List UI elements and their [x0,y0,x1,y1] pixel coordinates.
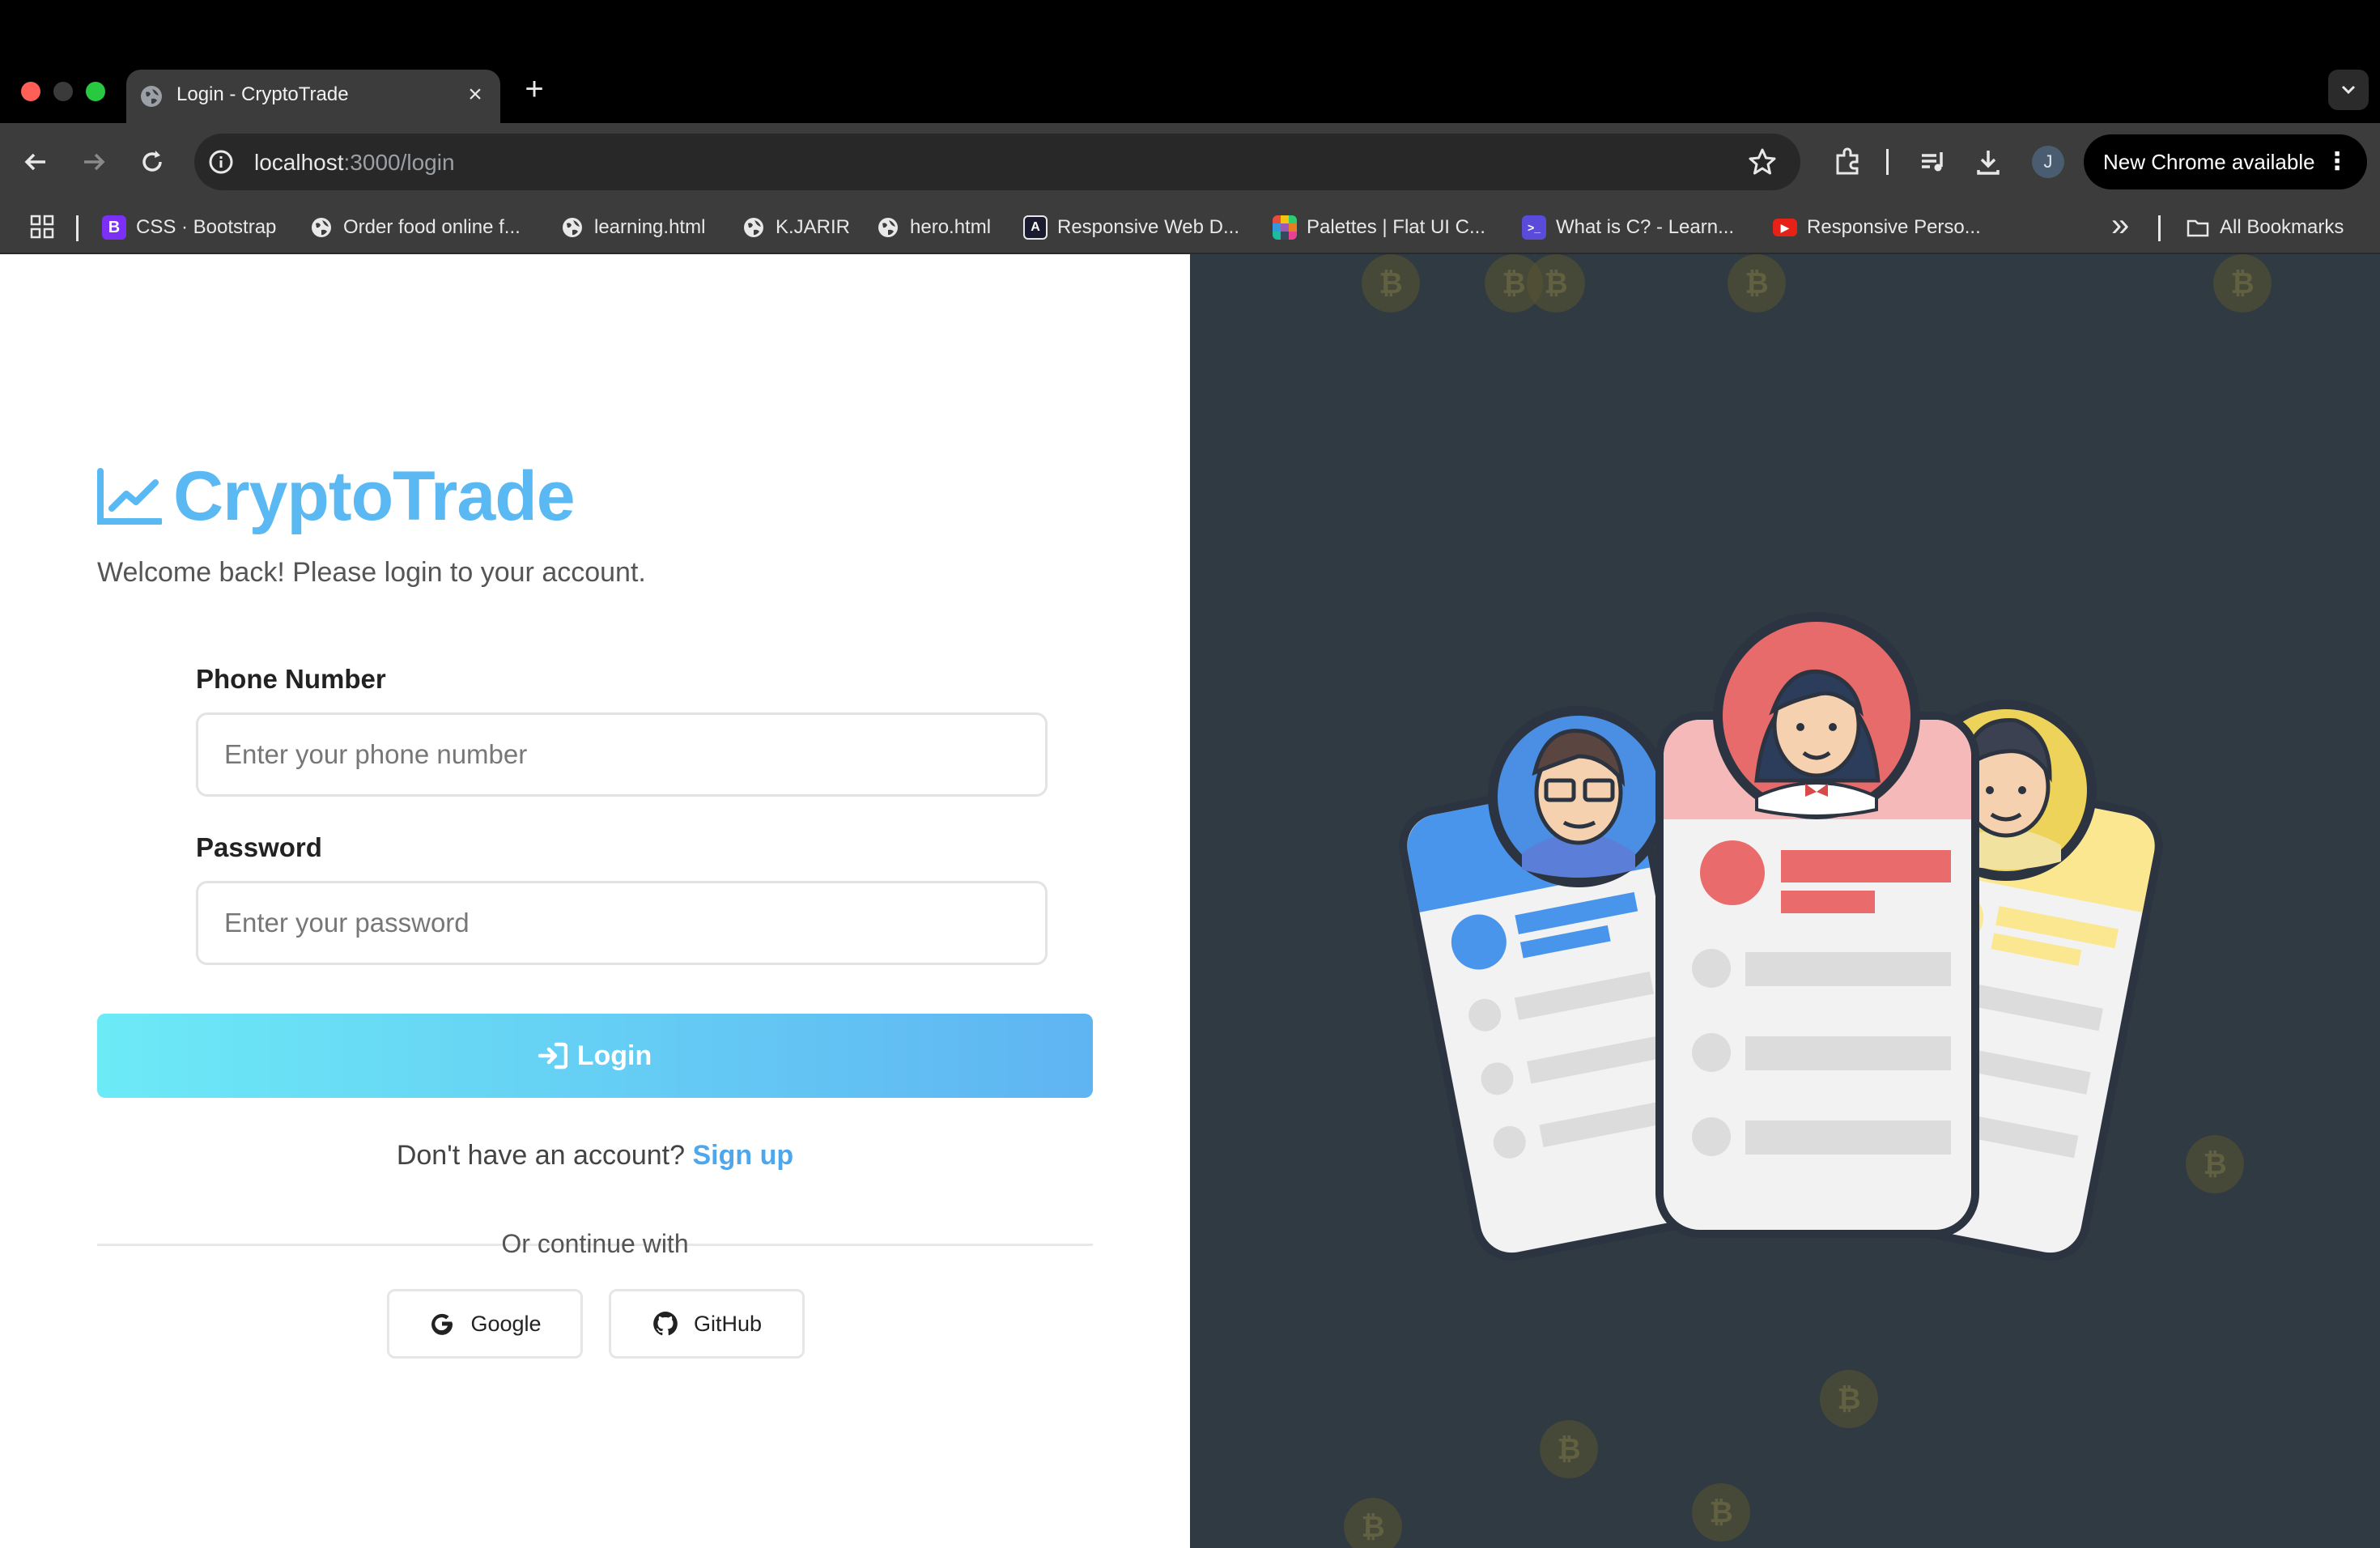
site-info-icon[interactable] [207,148,235,176]
signup-link[interactable]: Sign up [692,1140,793,1171]
bookmark-label: learning.html [594,216,706,238]
welcome-text: Welcome back! Please login to your accou… [97,557,646,588]
bookmark-label: Responsive Web D... [1057,216,1239,238]
close-tab-icon[interactable]: × [461,81,489,108]
a-icon: A [1023,215,1048,240]
menu-kebab-icon[interactable]: ⋮ [2325,134,2349,189]
download-icon[interactable] [1972,146,2004,178]
bookmarks-overflow-icon[interactable]: » [2111,207,2129,244]
url-path: :3000/login [343,150,455,175]
bitcoin-coin-icon: ₿ [1540,1420,1598,1478]
github-label: GitHub [693,1311,763,1336]
media-controls-icon[interactable] [1917,146,1949,178]
reload-icon[interactable] [136,146,168,178]
bookmark-label: What is C? - Learn... [1556,216,1735,238]
bookmark-item[interactable]: ▶ Responsive Perso... [1773,213,1981,242]
globe-icon [878,218,898,237]
brand-name: CryptoTrade [173,457,576,535]
login-panel: CryptoTrade Welcome back! Please login t… [0,254,1190,1548]
folder-icon [2187,219,2209,237]
url-text: localhost:3000/login [254,150,455,176]
bookmarks-bar: B CSS · Bootstrap Order food online f...… [0,201,2380,254]
bookmark-label: K.JARIR [776,216,851,238]
update-label: New Chrome available [2103,150,2315,174]
bitcoin-coin-icon: ₿ [1728,254,1786,313]
forward-arrow-icon[interactable] [78,146,110,178]
bookmark-item[interactable]: A Responsive Web D... [1023,213,1239,242]
bitcoin-coin-icon: ₿ [2213,254,2272,313]
close-window-button[interactable] [21,82,40,101]
illustration-panel: ₿ ₿ ₿ ₿ ₿ ₿ ₿ ₿ ₿ ₿ [1190,254,2380,1548]
brand-logo: CryptoTrade [96,457,576,537]
page-content: CryptoTrade Welcome back! Please login t… [0,254,2380,1548]
bookmark-item[interactable]: learning.html [560,213,705,242]
all-bookmarks-button[interactable]: All Bookmarks [2186,213,2344,242]
apps-grid-icon[interactable] [29,214,55,240]
phone-label: Phone Number [196,664,386,694]
bitcoin-coin-icon: ₿ [1344,1498,1402,1548]
terminal-icon: >_ [1522,215,1546,240]
bitcoin-coin-icon: ₿ [1692,1483,1750,1542]
login-button[interactable]: Login [97,1014,1093,1098]
bookmark-star-icon[interactable] [1747,147,1778,177]
password-label: Password [196,832,322,862]
bootstrap-icon: B [102,215,126,240]
youtube-icon: ▶ [1773,219,1797,236]
password-input[interactable] [196,881,1048,965]
sign-in-icon [538,1042,567,1070]
globe-icon [744,218,763,237]
bookmark-item[interactable]: hero.html [876,213,991,242]
back-arrow-icon[interactable] [19,146,52,178]
chevron-down-icon [2341,85,2356,95]
divider-text: Or continue with [501,1229,689,1258]
bitcoin-coin-icon: ₿ [1527,254,1585,313]
login-button-label: Login [576,1040,652,1071]
bookmark-label: Responsive Perso... [1807,216,1981,238]
bookmark-label: Palettes | Flat UI C... [1307,216,1485,238]
bookmark-item[interactable]: B CSS · Bootstrap [102,213,276,242]
tab-search-button[interactable] [2328,70,2369,110]
bookmark-item[interactable]: Order food online f... [309,213,521,242]
tab-title: Login - CryptoTrade [176,83,349,105]
bookmark-divider [2158,215,2161,241]
globe-icon [141,86,162,107]
globe-icon [312,218,331,237]
bitcoin-coin-icon: ₿ [1820,1370,1878,1428]
maximize-window-button[interactable] [86,82,105,101]
profile-avatar[interactable]: J [2032,146,2064,178]
minimize-window-button[interactable] [53,82,73,101]
google-icon [431,1313,453,1335]
address-bar[interactable]: localhost:3000/login [194,134,1800,190]
globe-icon [563,218,582,237]
all-bookmarks-label: All Bookmarks [2220,216,2344,238]
signup-prompt-text: Don't have an account? [396,1140,686,1171]
bitcoin-coin-icon: ₿ [1362,254,1420,313]
extensions-icon[interactable] [1831,146,1864,178]
new-tab-button[interactable]: + [518,73,550,105]
bookmark-item[interactable]: K.JARIR [742,213,850,242]
google-label: Google [470,1311,542,1336]
profile-cards-illustration [1399,612,2163,1261]
bookmark-divider [76,215,79,241]
toolbar-divider [1886,149,1889,175]
bookmark-item[interactable]: Palettes | Flat UI C... [1273,213,1485,242]
bookmark-item[interactable]: >_ What is C? - Learn... [1522,213,1734,242]
phone-input[interactable] [196,712,1048,797]
bookmark-label: hero.html [910,216,992,238]
url-host: localhost [254,150,344,175]
google-login-button[interactable]: Google [387,1289,583,1359]
browser-toolbar: localhost:3000/login J New Chrome availa… [0,123,2380,201]
palette-icon [1273,215,1297,240]
tab-strip: Login - CryptoTrade × + [0,0,2380,123]
browser-tab[interactable]: Login - CryptoTrade × [126,70,500,123]
bookmark-label: Order food online f... [343,216,521,238]
signup-prompt: Don't have an account? Sign up [97,1140,1093,1172]
github-login-button[interactable]: GitHub [609,1289,805,1359]
bitcoin-coin-icon: ₿ [2186,1135,2244,1193]
github-icon [653,1312,678,1336]
chart-line-icon [97,467,162,525]
chrome-update-button[interactable]: New Chrome available ⋮ [2084,134,2367,189]
bookmark-label: CSS · Bootstrap [136,216,277,238]
